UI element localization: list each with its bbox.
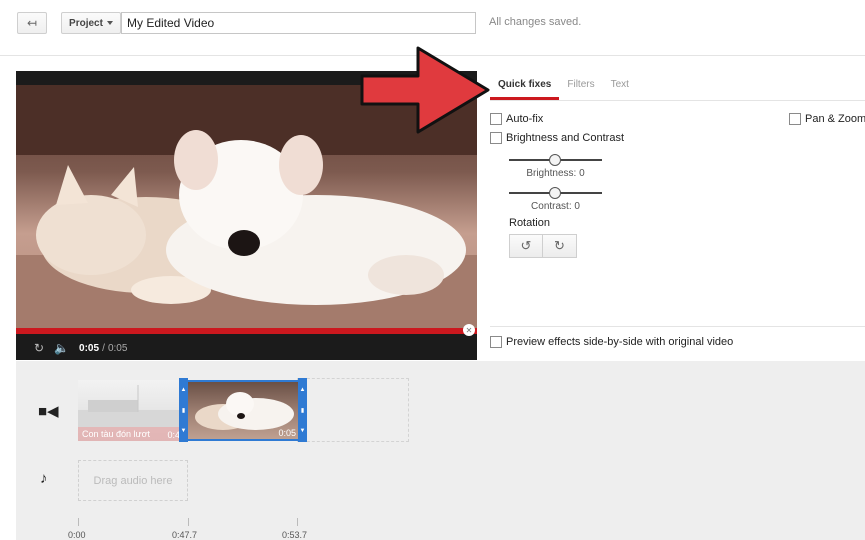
auto-fix-label: Auto-fix [506,113,544,125]
clip-1-caption: Con tàu đón lươt [78,427,182,441]
timeline-ruler [78,518,310,526]
tab-text[interactable]: Text [603,74,637,100]
undo-button[interactable]: ↤ [17,12,47,34]
ruler-label-mid: 0:47.7 [172,530,198,540]
player-controls: ↻ 🔈 0:05 / 0:05 [16,336,477,360]
clip-1-thumbnail [78,385,182,427]
rotation-label: Rotation [509,217,550,229]
tab-divider [490,100,865,101]
brightness-contrast-option[interactable]: Brightness and Contrast [490,132,624,144]
caret-down-icon [106,21,113,25]
time-current: 0:05 [79,343,100,354]
project-title-input[interactable] [121,12,476,34]
tab-quick-fixes[interactable]: Quick fixes [490,74,560,100]
effects-tabs: Quick fixes Filters Text [490,74,637,100]
timeline-clip-1[interactable]: Con tàu đón lươt 0:4 [78,380,182,441]
replay-icon[interactable]: ↻ [34,341,44,355]
preview-side-by-side-option[interactable]: Preview effects side-by-side with origin… [490,336,733,348]
clip-trim-handle-left[interactable]: ▲ ▮ ▼ [179,378,188,442]
preview-side-by-side-checkbox[interactable] [490,336,502,348]
handle-arrow-up-icon: ▲ [180,386,187,393]
save-status: All changes saved. [489,16,582,28]
ruler-label-end: 0:53.7 [282,530,308,540]
handle-grip-icon: ▮ [181,407,186,414]
ruler-tick [78,518,79,526]
preview-side-by-side-label: Preview effects side-by-side with origin… [506,336,734,348]
auto-fix-option[interactable]: Auto-fix [490,113,543,125]
contrast-label: Contrast: 0 [531,201,580,212]
rotate-left-button[interactable]: ↺ [509,234,543,258]
brightness-contrast-checkbox[interactable] [490,132,502,144]
video-camera-icon: ■◀ [38,403,59,420]
time-total: 0:05 [107,343,128,354]
progress-bar[interactable] [16,328,477,334]
rotate-right-button[interactable]: ↻ [543,234,577,258]
pan-zoom-option[interactable]: Pan & Zoom [789,113,865,125]
handle-arrow-down-icon: ▼ [180,427,187,434]
project-label: Project [69,17,103,29]
handle-grip-icon: ▮ [300,407,305,414]
tab-filters[interactable]: Filters [559,74,602,100]
pan-zoom-label: Pan & Zoom [805,113,865,125]
pan-zoom-checkbox[interactable] [789,113,801,125]
ruler-label-start: 0:00 [68,530,86,540]
project-menu-button[interactable]: Project [61,12,121,34]
volume-icon[interactable]: 🔈 [54,341,69,355]
time-separator: / [102,343,105,354]
undo-arrow-icon: ↤ [26,16,38,30]
panel-divider [490,326,865,327]
ruler-tick [188,518,189,526]
handle-arrow-down-icon: ▼ [299,427,306,434]
clip-2-duration: 0:05 [278,428,296,438]
brightness-slider-thumb[interactable] [549,154,561,166]
contrast-slider-thumb[interactable] [549,187,561,199]
rotate-right-icon: ↻ [554,238,565,253]
auto-fix-checkbox[interactable] [490,113,502,125]
audio-drop-zone[interactable]: Drag audio here [78,460,188,501]
brightness-slider[interactable] [509,154,602,166]
brightness-contrast-label: Brightness and Contrast [506,132,625,144]
timeline-clip-2-selected[interactable]: 0:05 [188,380,299,441]
progress-close-knob[interactable]: ✕ [463,324,475,336]
contrast-slider[interactable] [509,187,602,199]
music-note-icon: ♪ [40,470,48,487]
empty-video-slot[interactable] [297,378,409,442]
rotation-buttons: ↺ ↻ [509,234,577,258]
ruler-tick [297,518,298,526]
brightness-label: Brightness: 0 [526,168,585,179]
annotation-arrow-icon [360,46,490,134]
clip-trim-handle-right[interactable]: ▲ ▮ ▼ [298,378,307,442]
handle-arrow-up-icon: ▲ [299,386,306,393]
audio-drop-label: Drag audio here [93,474,173,487]
rotate-left-icon: ↺ [520,238,532,253]
